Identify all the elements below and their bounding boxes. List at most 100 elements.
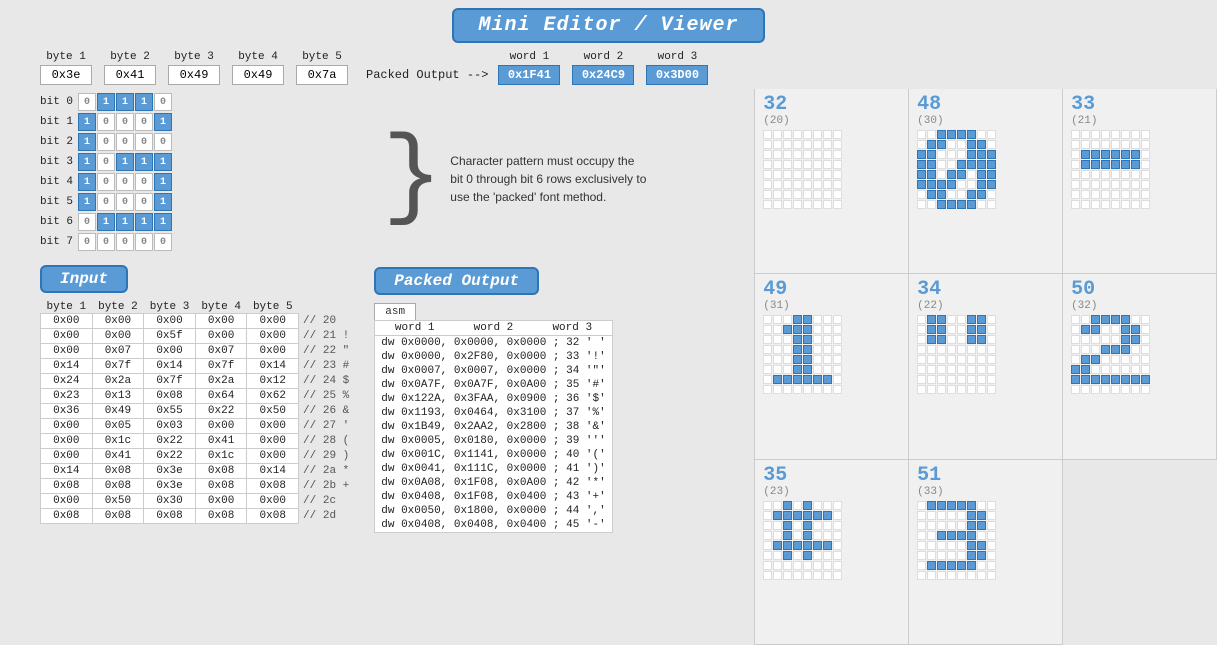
header: Mini Editor / Viewer — [0, 0, 1217, 49]
preview-px-7-3-5 — [967, 531, 976, 540]
preview-px-6-6-6 — [823, 561, 832, 570]
preview-px-0-4-3 — [793, 170, 802, 179]
preview-px-7-2-3 — [947, 521, 956, 530]
preview-px-5-4-7 — [1141, 355, 1150, 364]
preview-px-4-1-7 — [987, 325, 996, 334]
preview-px-5-6-4 — [1111, 375, 1120, 384]
preview-px-1-3-5 — [967, 160, 976, 169]
bit-row-label-2: bit 2 — [40, 136, 78, 148]
preview-px-2-5-6 — [1131, 180, 1140, 189]
preview-px-4-6-7 — [987, 375, 996, 384]
preview-px-5-3-4 — [1111, 345, 1120, 354]
preview-px-3-0-7 — [833, 315, 842, 324]
input-col-byte3: byte 3 — [144, 301, 196, 314]
preview-char-panel-0: 32(20) — [755, 89, 909, 274]
preview-px-7-7-1 — [927, 571, 936, 580]
byte1-input[interactable] — [40, 65, 92, 85]
preview-px-7-6-1 — [927, 561, 936, 570]
preview-px-1-2-7 — [987, 150, 996, 159]
preview-px-3-2-3 — [793, 335, 802, 344]
input-cell-r7-c2: 0x03 — [144, 419, 196, 434]
preview-px-0-7-6 — [823, 200, 832, 209]
preview-px-7-0-1 — [927, 501, 936, 510]
preview-px-4-4-6 — [977, 355, 986, 364]
preview-px-7-7-2 — [937, 571, 946, 580]
preview-px-4-7-1 — [927, 385, 936, 394]
input-cell-r6-c4: 0x50 — [247, 404, 299, 419]
preview-px-6-4-2 — [783, 541, 792, 550]
preview-px-6-7-3 — [793, 571, 802, 580]
preview-px-3-2-6 — [823, 335, 832, 344]
input-cell-r9-c3: 0x1c — [195, 449, 247, 464]
preview-px-3-1-5 — [813, 325, 822, 334]
input-cell-r5-c2: 0x08 — [144, 389, 196, 404]
preview-px-5-3-3 — [1101, 345, 1110, 354]
preview-px-1-7-4 — [957, 200, 966, 209]
preview-px-1-1-5 — [967, 140, 976, 149]
preview-px-1-7-0 — [917, 200, 926, 209]
preview-px-7-4-1 — [927, 541, 936, 550]
preview-px-2-5-2 — [1091, 180, 1100, 189]
preview-px-2-4-3 — [1101, 170, 1110, 179]
input-cell-r10-c4: 0x14 — [247, 464, 299, 479]
bit-cell-r4-c3: 0 — [135, 173, 153, 191]
input-cell-r3-c1: 0x7f — [92, 359, 144, 374]
bit-cell-r6-c3: 1 — [135, 213, 153, 231]
preview-px-3-5-0 — [763, 365, 772, 374]
bit-cell-r1-c0: 1 — [78, 113, 96, 131]
preview-px-6-2-4 — [803, 521, 812, 530]
preview-px-3-7-7 — [833, 385, 842, 394]
preview-px-6-0-3 — [793, 501, 802, 510]
bit-row-label-7: bit 7 — [40, 236, 78, 248]
preview-px-7-4-5 — [967, 541, 976, 550]
bit-cell-r0-c3: 1 — [135, 93, 153, 111]
preview-px-5-3-1 — [1081, 345, 1090, 354]
preview-px-6-2-7 — [833, 521, 842, 530]
preview-px-2-4-6 — [1131, 170, 1140, 179]
preview-px-6-4-3 — [793, 541, 802, 550]
preview-px-3-4-1 — [773, 355, 782, 364]
bit-cell-r6-c0: 0 — [78, 213, 96, 231]
byte4-input[interactable] — [232, 65, 284, 85]
preview-px-3-4-5 — [813, 355, 822, 364]
bit-row-0: bit 001110 — [40, 93, 354, 111]
input-section-header: Input — [40, 261, 354, 297]
bit-cell-r4-c0: 1 — [78, 173, 96, 191]
preview-px-7-5-0 — [917, 551, 926, 560]
preview-px-4-0-3 — [947, 315, 956, 324]
preview-px-7-0-5 — [967, 501, 976, 510]
input-cell-r10-c2: 0x3e — [144, 464, 196, 479]
preview-px-1-3-4 — [957, 160, 966, 169]
preview-px-7-5-5 — [967, 551, 976, 560]
asm-tab[interactable]: asm — [374, 303, 416, 320]
preview-px-3-7-2 — [783, 385, 792, 394]
input-cell-r13-c4: 0x08 — [247, 509, 299, 524]
preview-px-3-2-4 — [803, 335, 812, 344]
preview-px-4-2-2 — [937, 335, 946, 344]
bit-cell-r5-c4: 1 — [154, 193, 172, 211]
preview-px-1-0-4 — [957, 130, 966, 139]
preview-px-2-6-6 — [1131, 190, 1140, 199]
output-row-text-5: dw 0x1193, 0x0464, 0x3100 ; 37 '%' — [375, 406, 612, 420]
input-col-byte1: byte 1 — [41, 301, 93, 314]
input-cell-r1-c4: 0x00 — [247, 329, 299, 344]
byte3-input[interactable] — [168, 65, 220, 85]
preview-px-6-7-5 — [813, 571, 822, 580]
byte5-input[interactable] — [296, 65, 348, 85]
input-cell-r13-c3: 0x08 — [195, 509, 247, 524]
preview-px-6-4-5 — [813, 541, 822, 550]
byte2-label: byte 2 — [110, 51, 150, 63]
input-cell-r12-c2: 0x30 — [144, 494, 196, 509]
input-comment-7: // 27 ' — [299, 419, 354, 434]
bit-cell-r4-c2: 0 — [116, 173, 134, 191]
preview-px-3-5-5 — [813, 365, 822, 374]
preview-px-6-1-5 — [813, 511, 822, 520]
preview-px-4-5-4 — [957, 365, 966, 374]
preview-px-7-0-6 — [977, 501, 986, 510]
byte4-group: byte 4 — [232, 51, 284, 85]
byte2-input[interactable] — [104, 65, 156, 85]
input-cell-r4-c1: 0x2a — [92, 374, 144, 389]
word2-label: word 2 — [584, 51, 624, 63]
preview-px-2-2-7 — [1141, 150, 1150, 159]
preview-px-2-5-5 — [1121, 180, 1130, 189]
